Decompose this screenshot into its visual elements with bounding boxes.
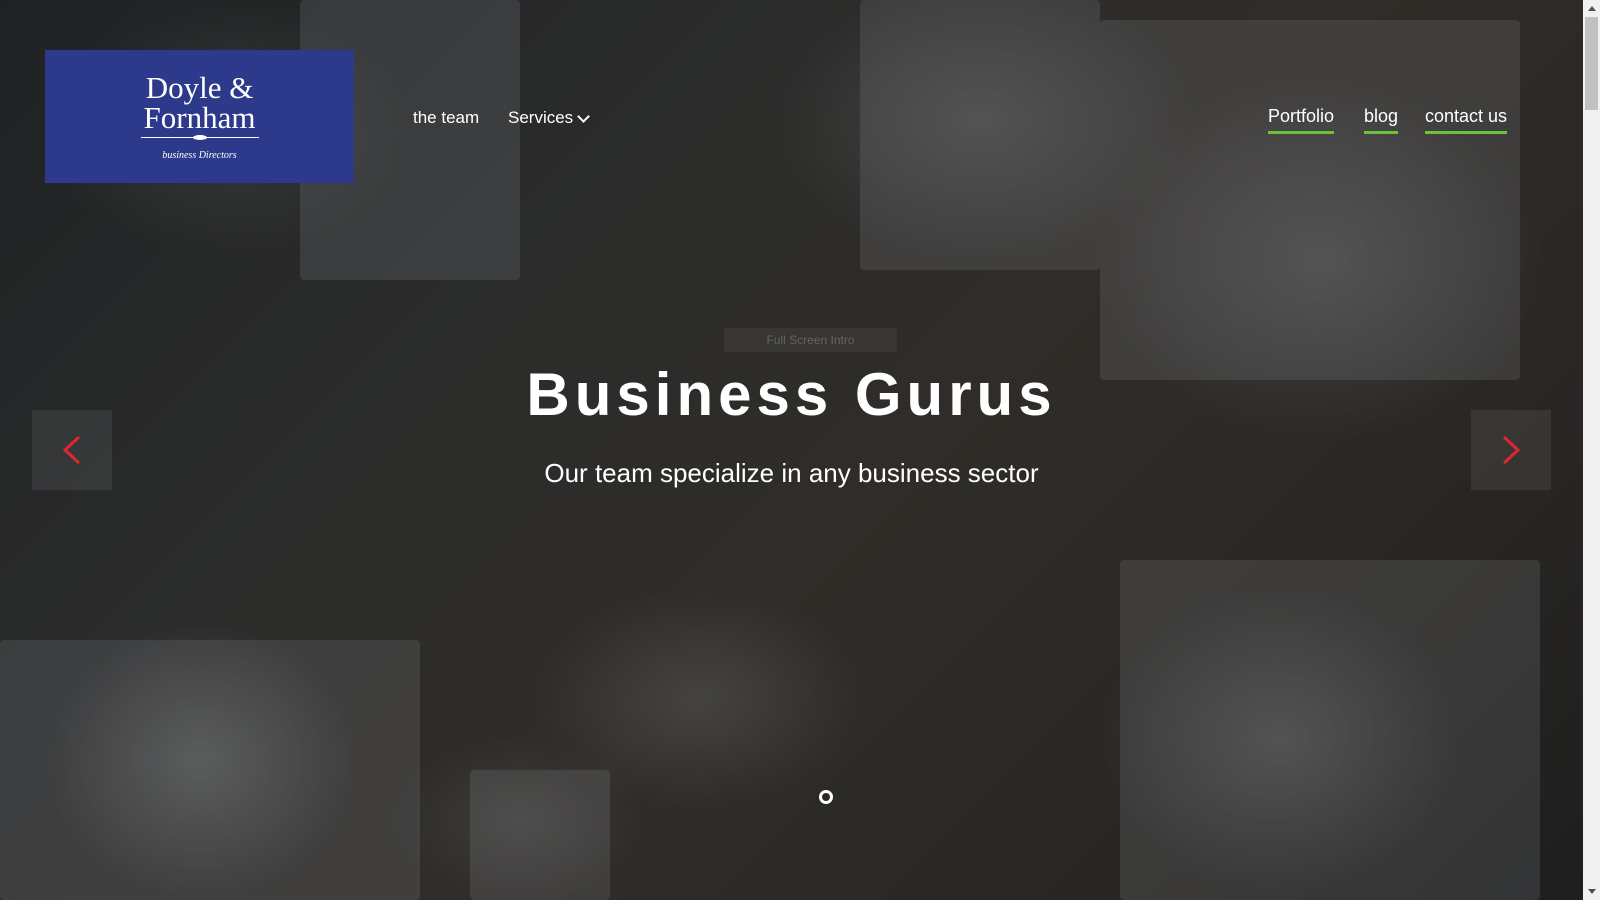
nav-link-the-team[interactable]: the team xyxy=(413,108,479,128)
hero-title: Business Gurus xyxy=(526,361,1057,428)
deco-calculator xyxy=(470,770,610,900)
triangle-down-icon xyxy=(1587,889,1596,894)
chevron-left-icon xyxy=(62,435,81,465)
scroll-up-arrow[interactable] xyxy=(1583,0,1600,17)
nav-link-contact-us[interactable]: contact us xyxy=(1425,106,1508,134)
page-scrollbar[interactable] xyxy=(1583,0,1600,900)
scroll-down-arrow[interactable] xyxy=(1583,883,1600,900)
carousel-indicator-dot[interactable] xyxy=(819,790,833,804)
logo-text-line2: Fornham xyxy=(143,99,256,135)
logo-divider xyxy=(140,134,259,140)
chevron-right-icon xyxy=(1502,435,1521,465)
page-viewport: Doyle & Fornham business Directors the t… xyxy=(0,0,1600,900)
scrollbar-thumb[interactable] xyxy=(1585,17,1598,110)
site-logo[interactable]: Doyle & Fornham business Directors xyxy=(45,50,354,183)
logo-tagline: business Directors xyxy=(162,149,237,161)
nav-link-blog[interactable]: blog xyxy=(1364,106,1399,134)
nav-link-services[interactable]: Services xyxy=(508,108,591,128)
carousel-prev-button[interactable] xyxy=(32,410,112,490)
carousel-next-button[interactable] xyxy=(1471,410,1551,490)
hero-hidden-label: Full Screen Intro xyxy=(724,328,897,352)
logo-text-line1: Doyle & xyxy=(145,69,254,105)
deco-paper xyxy=(860,0,1100,270)
nav-link-services-label: Services xyxy=(508,108,574,127)
deco-sleeve xyxy=(0,640,420,900)
triangle-up-icon xyxy=(1587,6,1596,11)
chevron-down-icon xyxy=(577,109,591,123)
deco-laptop xyxy=(1100,20,1520,380)
deco-paper xyxy=(1120,560,1540,900)
nav-link-portfolio[interactable]: Portfolio xyxy=(1268,106,1335,134)
hero-subtitle: Our team specialize in any business sect… xyxy=(544,458,1039,488)
